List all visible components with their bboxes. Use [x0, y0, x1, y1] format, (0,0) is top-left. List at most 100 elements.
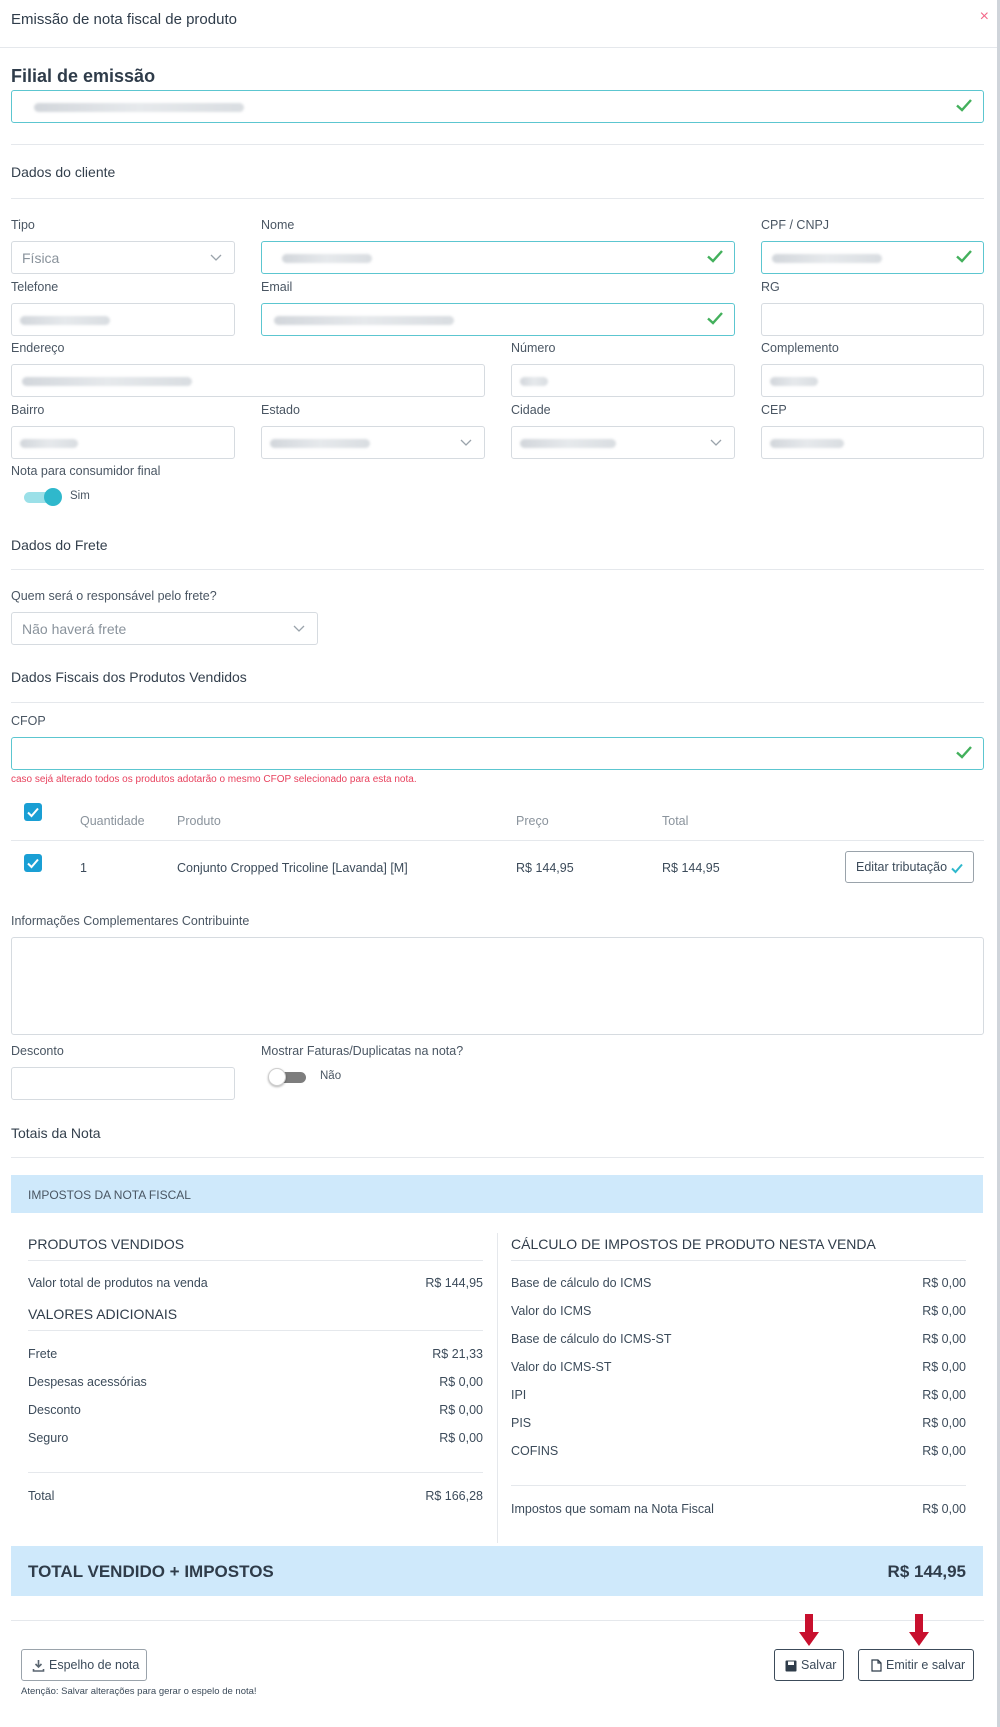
complemento-label: Complemento: [761, 341, 839, 355]
col-produto: Produto: [177, 814, 221, 828]
cpf-label: CPF / CNPJ: [761, 218, 830, 232]
valor-icms-st-row: Valor do ICMS-ST R$ 0,00: [511, 1360, 966, 1374]
row-value: R$ 0,00: [922, 1444, 966, 1458]
row-label: Valor do ICMS-ST: [511, 1360, 612, 1374]
grand-total-label: TOTAL VENDIDO + IMPOSTOS: [28, 1562, 274, 1581]
row-label: Impostos que somam na Nota Fiscal: [511, 1502, 714, 1516]
emitir-salvar-button[interactable]: Emitir e salvar: [858, 1649, 974, 1681]
valor-icms-row: Valor do ICMS R$ 0,00: [511, 1304, 966, 1318]
chevron-down-icon: [293, 625, 305, 632]
desconto-label: Desconto: [11, 1044, 64, 1058]
cliente-title: Dados do cliente: [11, 164, 116, 180]
check-icon: [707, 312, 723, 325]
frete-title: Dados do Frete: [11, 537, 108, 553]
redacted-value: [20, 439, 78, 448]
row-value: R$ 144,95: [425, 1276, 483, 1290]
tipo-label: Tipo: [11, 218, 35, 232]
espelho-nota-label: Espelho de nota: [49, 1658, 140, 1672]
grand-total-bar: TOTAL VENDIDO + IMPOSTOS R$ 144,95: [11, 1546, 983, 1596]
estado-select[interactable]: [261, 426, 485, 459]
filial-select[interactable]: [11, 90, 984, 123]
row-label: IPI: [511, 1388, 527, 1402]
seguro-row: Seguro R$ 0,00: [28, 1431, 483, 1445]
row-label: Valor total de produtos na venda: [28, 1276, 208, 1290]
faturas-toggle[interactable]: [268, 1068, 308, 1086]
row-value: R$ 0,00: [439, 1375, 483, 1389]
check-icon: [27, 807, 39, 818]
divider: [11, 144, 984, 145]
despesas-row: Despesas acessórias R$ 0,00: [28, 1375, 483, 1389]
save-icon: [785, 1660, 797, 1672]
info-textarea[interactable]: [11, 937, 984, 1035]
check-icon: [956, 250, 972, 263]
close-icon[interactable]: ×: [980, 8, 989, 26]
row-checkbox[interactable]: [24, 854, 42, 872]
impostos-panel: PRODUTOS VENDIDOS Valor total de produto…: [11, 1213, 983, 1546]
row-value: R$ 0,00: [922, 1416, 966, 1430]
numero-input[interactable]: [511, 364, 735, 397]
frete-select[interactable]: Não haverá frete: [11, 612, 318, 645]
divider: [28, 1260, 483, 1261]
email-input[interactable]: [261, 303, 735, 336]
complemento-input[interactable]: [761, 364, 984, 397]
redacted-value: [274, 316, 454, 325]
bairro-input[interactable]: [11, 426, 235, 459]
endereco-input[interactable]: [11, 364, 485, 397]
tipo-value: Física: [22, 250, 60, 266]
row-value: R$ 0,00: [922, 1360, 966, 1374]
base-icms-st-row: Base de cálculo do ICMS-ST R$ 0,00: [511, 1332, 966, 1346]
espelho-nota-button[interactable]: Espelho de nota: [21, 1649, 147, 1681]
header-divider: [0, 47, 997, 48]
cep-input[interactable]: [761, 426, 984, 459]
download-icon: [32, 1660, 45, 1672]
divider: [11, 1157, 984, 1158]
editar-tributacao-button[interactable]: Editar tributação: [845, 851, 974, 883]
cidade-select[interactable]: [511, 426, 735, 459]
salvar-button[interactable]: Salvar: [774, 1649, 844, 1681]
col-total: Total: [662, 814, 689, 828]
email-label: Email: [261, 280, 293, 294]
ipi-row: IPI R$ 0,00: [511, 1388, 966, 1402]
consumidor-value: Sim: [70, 490, 90, 502]
rg-input[interactable]: [761, 303, 984, 336]
row-label: Valor do ICMS: [511, 1304, 592, 1318]
row-value: R$ 166,28: [425, 1489, 483, 1503]
numero-label: Número: [511, 341, 556, 355]
impostos-soma-row: Impostos que somam na Nota Fiscal R$ 0,0…: [511, 1502, 966, 1516]
col-preco: Preço: [516, 814, 549, 828]
footer-divider: [11, 1620, 984, 1621]
divider: [11, 569, 984, 570]
cfop-label: CFOP: [11, 714, 46, 728]
row-value: R$ 0,00: [922, 1304, 966, 1318]
redacted-value: [770, 439, 844, 448]
cpf-input[interactable]: [761, 241, 984, 274]
faturas-label: Mostrar Faturas/Duplicatas na nota?: [261, 1044, 464, 1058]
row-value: R$ 0,00: [922, 1332, 966, 1346]
tipo-select[interactable]: Física: [11, 241, 235, 274]
file-icon: [871, 1659, 882, 1672]
arrow-down-icon: [909, 1614, 929, 1646]
filial-title: Filial de emissão: [11, 66, 156, 86]
row-label: PIS: [511, 1416, 532, 1430]
cfop-select[interactable]: [11, 737, 984, 770]
check-icon: [956, 99, 972, 112]
nome-input[interactable]: [261, 241, 735, 274]
row-produto: Conjunto Cropped Tricoline [Lavanda] [M]: [177, 861, 408, 875]
column-divider: [497, 1233, 498, 1543]
totais-title: Totais da Nota: [11, 1125, 101, 1141]
valor-total-row: Valor total de produtos na venda R$ 144,…: [28, 1276, 483, 1290]
select-all-checkbox[interactable]: [24, 803, 42, 821]
divider: [511, 1485, 966, 1486]
row-label: Seguro: [28, 1431, 69, 1445]
frete-value: Não haverá frete: [22, 621, 127, 637]
consumidor-toggle[interactable]: [22, 488, 62, 506]
impostos-panel-header: IMPOSTOS DA NOTA FISCAL: [11, 1175, 983, 1213]
telefone-input[interactable]: [11, 303, 235, 336]
arrow-down-icon: [799, 1614, 819, 1646]
desconto-row: Desconto R$ 0,00: [28, 1403, 483, 1417]
desconto-input[interactable]: [11, 1067, 235, 1100]
endereco-label: Endereço: [11, 341, 65, 355]
check-icon: [951, 863, 963, 874]
cofins-row: COFINS R$ 0,00: [511, 1444, 966, 1458]
col-quantidade: Quantidade: [80, 814, 145, 828]
